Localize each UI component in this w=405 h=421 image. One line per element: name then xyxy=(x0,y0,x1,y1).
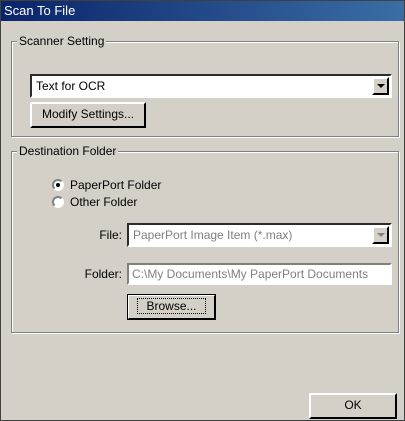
scan-to-file-dialog: Scan To File Scanner Setting Text for OC… xyxy=(0,0,405,421)
window-title: Scan To File xyxy=(1,1,404,21)
radio-other-folder[interactable] xyxy=(52,196,64,208)
browse-label: Browse... xyxy=(137,298,206,314)
radio-paperport-folder[interactable] xyxy=(52,179,64,191)
scan-mode-select[interactable]: Text for OCR xyxy=(30,74,392,98)
scanner-setting-legend: Scanner Setting xyxy=(17,34,107,48)
chevron-down-icon[interactable] xyxy=(372,77,389,95)
radio-other-label[interactable]: Other Folder xyxy=(70,195,137,209)
scan-mode-value: Text for OCR xyxy=(36,79,106,93)
modify-settings-label: Modify Settings... xyxy=(41,107,135,121)
browse-button[interactable]: Browse... xyxy=(127,294,216,320)
file-label: File: xyxy=(99,228,122,242)
file-type-select[interactable]: PaperPort Image Item (*.max) xyxy=(127,223,392,247)
chevron-down-icon[interactable] xyxy=(372,226,389,244)
radio-paperport-label[interactable]: PaperPort Folder xyxy=(70,178,161,192)
file-type-value: PaperPort Image Item (*.max) xyxy=(133,228,293,242)
folder-path-field[interactable]: C:\My Documents\My PaperPort Documents xyxy=(127,263,392,285)
modify-settings-button[interactable]: Modify Settings... xyxy=(30,102,146,128)
destination-folder-legend: Destination Folder xyxy=(17,144,119,158)
ok-label: OK xyxy=(344,398,362,412)
folder-label: Folder: xyxy=(84,267,122,281)
ok-button[interactable]: OK xyxy=(309,393,397,419)
